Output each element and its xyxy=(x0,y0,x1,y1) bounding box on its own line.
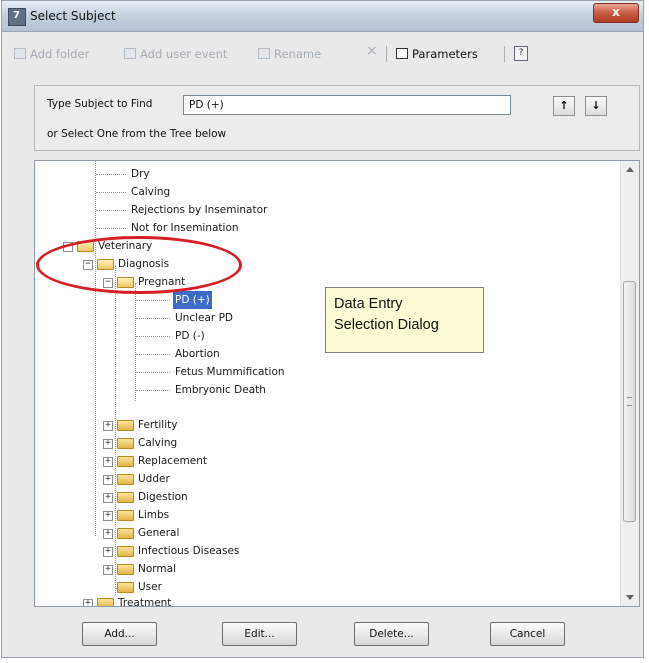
tree-item-calving[interactable]: Calving xyxy=(131,183,170,201)
callout-line-2: Selection Dialog xyxy=(334,317,439,333)
tree-item-normal[interactable]: Normal xyxy=(138,560,176,578)
tree-item-abortion[interactable]: Abortion xyxy=(175,345,220,363)
grip-icon xyxy=(627,397,632,406)
expand-icon[interactable]: + xyxy=(103,457,113,467)
select-subject-dialog: 7 Select Subject x Add folder Add user e… xyxy=(1,0,644,658)
expand-icon[interactable]: + xyxy=(103,529,113,539)
folder-open-icon xyxy=(97,259,114,270)
delete-button[interactable]: Delete... xyxy=(354,622,429,646)
delete-icon[interactable]: × xyxy=(366,43,378,59)
folder-icon xyxy=(117,528,134,539)
title-bar[interactable]: 7 Select Subject x xyxy=(2,1,643,32)
find-hint: or Select One from the Tree below xyxy=(47,128,227,140)
add-folder-icon xyxy=(14,48,26,59)
expand-icon[interactable]: + xyxy=(103,547,113,557)
rename-button[interactable]: Rename xyxy=(258,45,321,63)
scroll-up-icon[interactable] xyxy=(626,167,634,172)
tree-item-embryonic-death[interactable]: Embryonic Death xyxy=(175,381,266,399)
find-label: Type Subject to Find xyxy=(47,98,153,110)
expand-icon[interactable]: + xyxy=(103,439,113,449)
close-button[interactable]: x xyxy=(593,3,639,23)
folder-icon xyxy=(117,456,134,467)
folder-icon xyxy=(117,546,134,557)
toolbar: Add folder Add user event Rename × Param… xyxy=(10,41,632,67)
scrollbar-thumb[interactable] xyxy=(623,281,636,522)
collapse-icon[interactable]: − xyxy=(103,278,113,288)
expand-icon[interactable]: + xyxy=(103,511,113,521)
tree-item-general[interactable]: General xyxy=(138,524,179,542)
find-previous-button[interactable]: ↑ xyxy=(553,96,575,116)
folder-open-icon xyxy=(77,241,94,252)
tree-item-replacement[interactable]: Replacement xyxy=(138,452,207,470)
tree-item-not-for-insemination[interactable]: Not for Insemination xyxy=(131,219,239,237)
tree-item-unclear-pd[interactable]: Unclear PD xyxy=(175,309,233,327)
tree-item-fetus-mummification[interactable]: Fetus Mummification xyxy=(175,363,285,381)
add-event-icon xyxy=(124,48,136,59)
folder-icon xyxy=(117,474,134,485)
tree-scrollbar[interactable] xyxy=(620,161,639,606)
tree-item-udder[interactable]: Udder xyxy=(138,470,170,488)
tree-item-pd-negative[interactable]: PD (-) xyxy=(175,327,205,345)
rename-icon xyxy=(258,48,270,59)
folder-icon xyxy=(117,582,134,593)
tree-item-pregnant[interactable]: Pregnant xyxy=(138,273,185,291)
expand-icon[interactable]: + xyxy=(83,599,93,606)
folder-icon xyxy=(117,492,134,503)
expand-icon[interactable]: + xyxy=(103,421,113,431)
annotation-callout: Data Entry Selection Dialog xyxy=(325,287,484,353)
tree-guide-line xyxy=(95,161,97,536)
callout-line-1: Data Entry xyxy=(334,296,403,312)
expand-icon[interactable]: + xyxy=(103,493,113,503)
folder-icon xyxy=(117,438,134,449)
find-subject-group: Type Subject to Find or Select One from … xyxy=(34,85,640,151)
cancel-button[interactable]: Cancel xyxy=(490,622,565,646)
folder-open-icon xyxy=(117,277,134,288)
add-folder-button[interactable]: Add folder xyxy=(14,45,89,63)
tree-item-limbs[interactable]: Limbs xyxy=(138,506,169,524)
find-next-button[interactable]: ↓ xyxy=(585,96,607,116)
help-icon[interactable]: ? xyxy=(514,46,528,61)
tree-item-infectious-diseases[interactable]: Infectious Diseases xyxy=(138,542,239,560)
scroll-down-icon[interactable] xyxy=(626,595,634,600)
window-title: Select Subject xyxy=(30,9,116,23)
tree-item-diagnosis[interactable]: Diagnosis xyxy=(118,255,169,273)
app-icon: 7 xyxy=(8,8,26,26)
add-button[interactable]: Add... xyxy=(82,622,157,646)
collapse-icon[interactable]: − xyxy=(63,242,73,252)
parameters-icon xyxy=(396,48,408,59)
toolbar-separator xyxy=(504,46,505,62)
folder-icon xyxy=(117,564,134,575)
collapse-icon[interactable]: − xyxy=(83,260,93,270)
tree-item-fertility[interactable]: Fertility xyxy=(138,416,177,434)
folder-icon xyxy=(97,598,114,606)
tree-item-treatment[interactable]: Treatment xyxy=(118,594,171,606)
tree-item-rejections[interactable]: Rejections by Inseminator xyxy=(131,201,267,219)
add-user-event-button[interactable]: Add user event xyxy=(124,45,227,63)
tree-item-pd-positive[interactable]: PD (+) xyxy=(173,291,212,309)
parameters-button[interactable]: Parameters xyxy=(396,45,478,63)
tree-item-veterinary[interactable]: Veterinary xyxy=(98,237,152,255)
folder-icon xyxy=(117,420,134,431)
folder-icon xyxy=(117,510,134,521)
tree-item-calving-folder[interactable]: Calving xyxy=(138,434,177,452)
toolbar-separator xyxy=(386,46,387,62)
expand-icon[interactable]: + xyxy=(103,475,113,485)
tree-item-dry[interactable]: Dry xyxy=(131,165,150,183)
expand-icon[interactable]: + xyxy=(103,565,113,575)
subject-tree[interactable]: Dry Calving Rejections by Inseminator No… xyxy=(34,160,640,607)
tree-item-digestion[interactable]: Digestion xyxy=(138,488,188,506)
edit-button[interactable]: Edit... xyxy=(222,622,297,646)
subject-search-input[interactable] xyxy=(183,95,511,115)
